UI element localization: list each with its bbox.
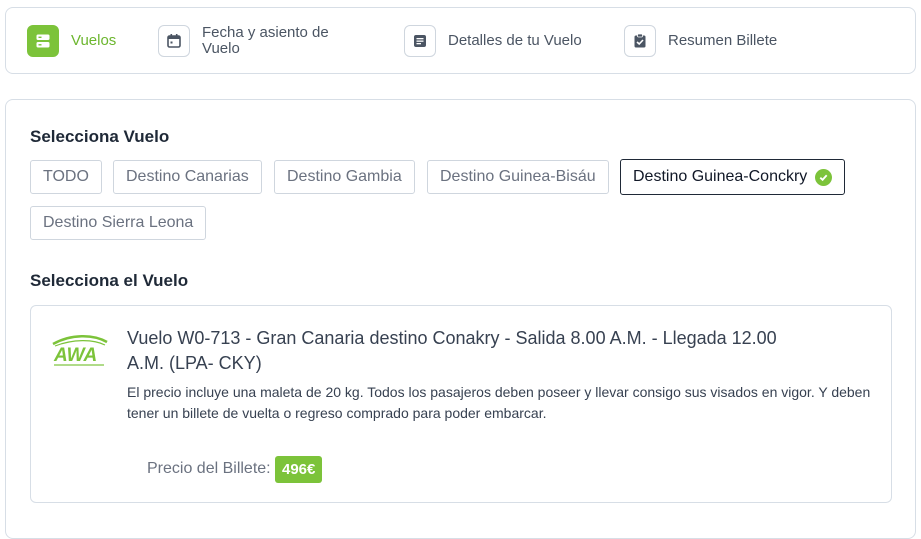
document-icon xyxy=(404,25,436,57)
step-flight-details[interactable]: Detalles de tu Vuelo xyxy=(404,25,582,57)
svg-text:AWA: AWA xyxy=(53,345,97,366)
destination-chip-canarias[interactable]: Destino Canarias xyxy=(113,160,262,194)
destination-chip-label: TODO xyxy=(43,168,89,185)
step-ticket-summary[interactable]: Resumen Billete xyxy=(624,25,777,57)
step-date-seat-label: Fecha y asiento de Vuelo xyxy=(202,24,329,57)
price-label: Precio del Billete: xyxy=(147,460,271,477)
calendar-icon xyxy=(158,25,190,57)
flight-description: El precio incluye una maleta de 20 kg. T… xyxy=(127,384,871,421)
step-flight-details-label: Detalles de tu Vuelo xyxy=(448,32,582,49)
step-flights-label: Vuelos xyxy=(71,32,117,49)
destination-chip-label: Destino Guinea-Conckry xyxy=(633,168,808,185)
destination-chip-sierra-leone[interactable]: Destino Sierra Leona xyxy=(30,206,207,240)
select-the-flight-heading: Selecciona el Vuelo xyxy=(30,271,189,290)
destination-chip-all[interactable]: TODO xyxy=(30,160,102,194)
destination-chip-label: Destino Sierra Leona xyxy=(43,214,194,231)
airline-logo: AWA xyxy=(49,332,111,372)
booking-stepper: Vuelos Fecha y asiento de Vuelo Detalles… xyxy=(5,7,916,74)
step-date-seat[interactable]: Fecha y asiento de Vuelo xyxy=(158,25,352,57)
flights-icon xyxy=(27,25,59,57)
destination-chip-label: Destino Gambia xyxy=(287,168,402,185)
clipboard-check-icon xyxy=(624,25,656,57)
select-flight-heading: Selecciona Vuelo xyxy=(30,127,170,146)
destination-chip-guinea-conakry[interactable]: Destino Guinea-Conckry xyxy=(620,159,846,195)
destination-chip-gambia[interactable]: Destino Gambia xyxy=(274,160,415,194)
flight-card[interactable]: AWA Vuelo W0-713 - Gran Canaria destino … xyxy=(30,305,892,503)
price-badge: 496€ xyxy=(275,456,323,483)
destination-chip-label: Destino Canarias xyxy=(126,168,249,185)
step-flights[interactable]: Vuelos xyxy=(27,25,116,57)
flight-selection-panel: Selecciona Vuelo TODO Destino Canarias D… xyxy=(5,99,916,539)
selected-check-icon xyxy=(815,168,833,186)
destination-chip-guinea-bissau[interactable]: Destino Guinea-Bisáu xyxy=(427,160,609,194)
destination-chip-label: Destino Guinea-Bisáu xyxy=(440,168,596,185)
step-ticket-summary-label: Resumen Billete xyxy=(668,32,778,49)
flight-title: Vuelo W0-713 - Gran Canaria destino Cona… xyxy=(127,328,777,373)
